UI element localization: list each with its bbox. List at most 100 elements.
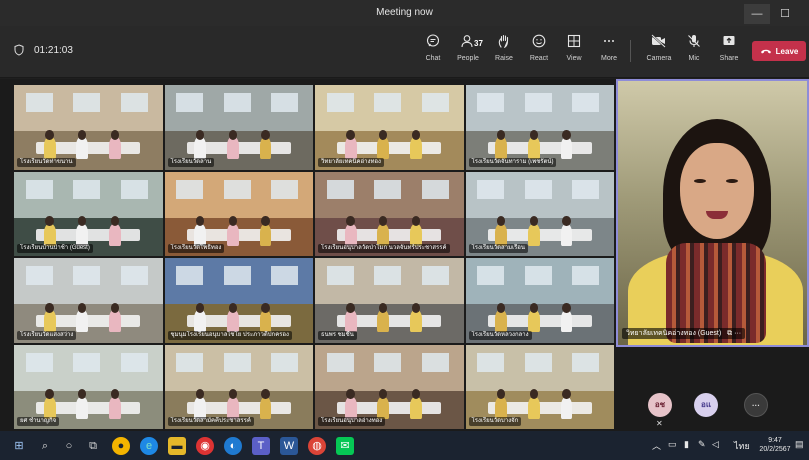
word-icon[interactable]: W [280, 437, 298, 455]
meeting-timer: 01:21:03 [14, 44, 73, 56]
spotlight-name: วิทยาลัยเทคนิคอ่างทอง (Guest) [626, 330, 722, 337]
chat-button[interactable]: Chat [416, 34, 450, 62]
video-window [421, 266, 449, 286]
close-button[interactable]: ✕ [800, 4, 809, 24]
people-button[interactable]: 37 People [451, 34, 485, 62]
video-tile[interactable]: ยศ ชำนาญกิจ [14, 344, 163, 429]
camera-button[interactable]: Camera [642, 34, 676, 62]
network-icon[interactable]: ▭ [668, 439, 677, 450]
video-window [176, 266, 204, 286]
video-person [43, 216, 56, 246]
video-person [495, 302, 508, 333]
participant-name: ธนพร ชมชื่น [318, 330, 357, 340]
timer-text: 01:21:03 [34, 44, 73, 56]
spotlight-video[interactable]: วิทยาลัยเทคนิคอ่างทอง (Guest) ⧉ ··· [616, 79, 809, 347]
meeting-stage: โรงเรียนวัดท่าขนาน โรงเรียนวัดลาน วิทยาลัย… [0, 79, 809, 431]
video-person [76, 129, 89, 160]
teams-icon[interactable]: T [252, 437, 270, 455]
leave-button[interactable]: Leave [752, 41, 806, 61]
language-indicator[interactable]: ไทย [734, 439, 750, 453]
video-tile[interactable]: วิทยาลัยเทคนิคอ่างทอง [315, 85, 464, 170]
react-button[interactable]: React [522, 34, 556, 62]
more-button[interactable]: More [592, 34, 626, 62]
video-window [572, 179, 600, 199]
more-icon [592, 34, 626, 52]
video-window [120, 93, 148, 113]
toolbar-divider [630, 40, 631, 62]
more-participants-button[interactable]: ··· [744, 393, 768, 417]
video-window [524, 352, 552, 372]
participant-options-icon[interactable]: ⧉ ··· [727, 330, 741, 337]
raise-label: Raise [495, 55, 513, 62]
cortana-icon[interactable]: ○ [60, 437, 78, 455]
minimize-button[interactable]: — [744, 4, 770, 24]
video-tile[interactable]: โรงเรียนวัดแสงสว่าง [14, 258, 163, 343]
participant-name: โรงเรียนวัดจันทาราม (เพชรัตน์) [468, 157, 557, 167]
video-window [271, 352, 299, 372]
participant-avatar[interactable]: อแ [694, 393, 718, 417]
video-tile[interactable]: โรงเรียนวัดโพธิ์ทอง [164, 171, 313, 256]
mic-off-icon [677, 34, 711, 52]
taskbar-clock[interactable]: 9:47 20/2/2567 [759, 436, 791, 454]
video-eye [726, 179, 738, 183]
video-person [495, 389, 508, 419]
share-label: Share [719, 55, 739, 62]
media-player-icon[interactable]: ◉ [196, 437, 214, 455]
notifications-icon[interactable]: ▤ [795, 439, 804, 450]
video-grid: โรงเรียนวัดท่าขนาน โรงเรียนวัดลาน วิทยาลัย… [14, 85, 614, 429]
video-window [73, 179, 101, 199]
chrome-icon[interactable]: ● [112, 437, 130, 455]
video-tile[interactable]: โรงเรียนวัดสามัคคีประชาสรรค์ [164, 344, 313, 429]
video-person [495, 129, 508, 160]
video-person [259, 389, 272, 419]
video-window [120, 352, 148, 372]
video-tile[interactable]: โรงเรียนวัดสามเรือน [465, 171, 614, 256]
task-view-icon[interactable]: ⧉ [84, 437, 102, 455]
edge-icon[interactable]: e [140, 437, 158, 455]
participant-name: ชุมนุมโรงเรียนอนุบาลไชโย ประภาวดีปกครอง [167, 330, 292, 340]
video-window [223, 266, 251, 286]
chrome-profile-icon[interactable]: ◍ [308, 437, 326, 455]
video-tile[interactable]: โรงเรียนอนุบาลวัดป่าโมก นวลจันทร์ประชาสร… [315, 171, 464, 256]
mic-button[interactable]: Mic [677, 34, 711, 62]
video-person [226, 129, 239, 160]
video-tile[interactable]: โรงเรียนวัดท่าขนาน [14, 85, 163, 170]
line-icon[interactable]: ✉ [336, 437, 354, 455]
video-tile[interactable]: โรงเรียนบ้านป่าช้า (Guest) [14, 171, 163, 256]
edge-browser-icon[interactable]: ◐ [224, 437, 242, 455]
video-window [176, 93, 204, 113]
share-icon [712, 34, 746, 52]
video-window [421, 93, 449, 113]
windows-start-icon[interactable]: ⊞ [10, 437, 28, 455]
share-button[interactable]: Share [712, 34, 746, 62]
show-hidden-icons[interactable]: ︿ [652, 439, 661, 452]
video-tile[interactable]: โรงเรียนวัดลาน [164, 85, 313, 170]
pen-icon[interactable]: ✎ [698, 439, 706, 450]
video-window [326, 266, 354, 286]
video-person [560, 302, 573, 333]
video-face [680, 143, 754, 239]
raise-hand-button[interactable]: Raise [487, 34, 521, 62]
video-person [377, 216, 390, 246]
participant-avatar[interactable]: อช [648, 393, 672, 417]
video-person [560, 389, 573, 419]
video-person [527, 129, 540, 160]
video-window [223, 352, 251, 372]
battery-icon[interactable]: ▮ [684, 439, 689, 450]
search-icon[interactable]: ⌕ [36, 437, 54, 455]
video-tile[interactable]: โรงเรียนอนุบาลอ่างทอง [315, 344, 464, 429]
video-person [194, 216, 207, 246]
video-person [527, 302, 540, 333]
maximize-button[interactable]: ☐ [772, 4, 798, 24]
file-explorer-icon[interactable]: ▬ [168, 437, 186, 455]
video-tile[interactable]: โรงเรียนวัดจันทาราม (เพชรัตน์) [465, 85, 614, 170]
video-window [271, 266, 299, 286]
volume-icon[interactable]: ◁ [712, 439, 719, 450]
view-button[interactable]: View [557, 34, 591, 62]
video-tile[interactable]: ธนพร ชมชื่น [315, 258, 464, 343]
video-tile[interactable]: ชุมนุมโรงเรียนอนุบาลไชโย ประภาวดีปกครอง [164, 258, 313, 343]
window-title: Meeting now [376, 7, 433, 18]
video-tile[interactable]: โรงเรียนวัดหลวงกลาง [465, 258, 614, 343]
video-tile[interactable]: โรงเรียนวัดบางจัก [465, 344, 614, 429]
video-eye [694, 179, 706, 183]
